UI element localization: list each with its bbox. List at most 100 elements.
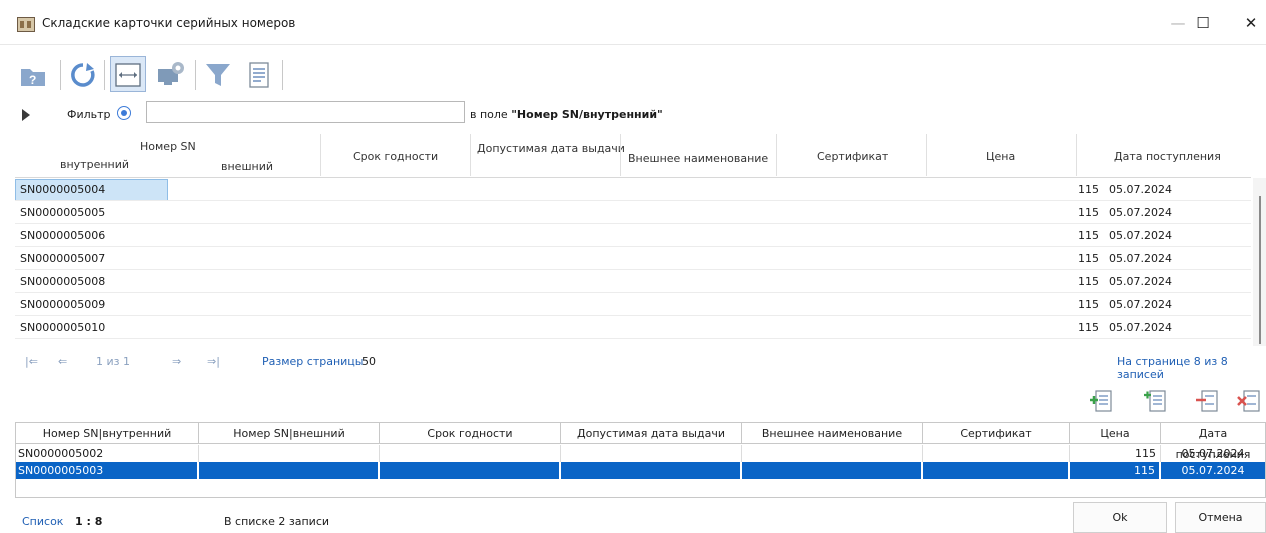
page-size-link[interactable]: Размер страницы: [262, 355, 363, 368]
cell-external: [199, 462, 380, 479]
column-header-date[interactable]: Дата поступления: [1161, 423, 1265, 461]
column-header-issue-date[interactable]: Допустимая дата выдачи: [561, 423, 742, 444]
list-mode-link[interactable]: Список: [22, 515, 63, 528]
column-header-external-name[interactable]: Внешнее наименование: [742, 423, 923, 444]
column-header-certificate[interactable]: Сертификат: [817, 150, 888, 163]
cell-certificate: [923, 462, 1070, 479]
column-header-internal[interactable]: внутренний: [60, 158, 129, 171]
cancel-button[interactable]: Отмена: [1175, 502, 1266, 533]
maximize-button[interactable]: ☐: [1180, 8, 1226, 38]
close-button[interactable]: ✕: [1228, 8, 1266, 38]
refresh-icon[interactable]: [68, 60, 98, 90]
cell-date: 05.07.2024: [1181, 447, 1245, 460]
cell-external: [199, 445, 380, 462]
add-row-icon[interactable]: [1088, 388, 1114, 414]
filter-radio[interactable]: [117, 106, 131, 120]
cell-price: 115: [1070, 462, 1161, 479]
list-count: В списке 2 записи: [224, 515, 330, 528]
display-settings-icon[interactable]: [156, 60, 186, 90]
column-divider: [776, 134, 777, 176]
pager-page-text: 1 из 1: [96, 355, 130, 368]
filter-label: Фильтр: [67, 108, 111, 121]
svg-text:?: ?: [29, 73, 36, 87]
column-header-external[interactable]: внешний: [221, 160, 273, 173]
table-row[interactable]: SN0000005010 115 05.07.2024: [15, 317, 1251, 339]
cell-price: 115: [1078, 229, 1099, 242]
table-row[interactable]: SN0000005009 115 05.07.2024: [15, 294, 1251, 316]
window-title: Складские карточки серийных номеров: [42, 16, 296, 30]
selected-items-grid: Номер SN|внутренний Номер SN|внешний Сро…: [15, 422, 1266, 498]
table-row[interactable]: SN0000005006 115 05.07.2024: [15, 225, 1251, 247]
cell-sn: SN0000005002: [16, 445, 199, 462]
delete-all-icon[interactable]: [1236, 388, 1262, 414]
table-row[interactable]: SN0000005008 115 05.07.2024: [15, 271, 1251, 293]
column-header-certificate[interactable]: Сертификат: [923, 423, 1070, 444]
pager-prev-button[interactable]: ⇐: [58, 355, 67, 368]
cell-issue-date: [561, 445, 742, 462]
cell-price: 115: [1078, 206, 1099, 219]
records-info: На странице 8 из 8 записей: [1117, 355, 1228, 381]
cell-sn: SN0000005009: [20, 298, 106, 311]
cell-sn: SN0000005003: [16, 462, 199, 479]
column-header-price[interactable]: Цена: [1070, 423, 1161, 444]
pager-last-button[interactable]: ⇒|: [207, 355, 220, 368]
filter-field-prefix: в поле: [470, 108, 512, 121]
column-header-expiry[interactable]: Срок годности: [380, 423, 561, 444]
cell-price: 115: [1078, 183, 1099, 196]
cell-date: 05.07.2024: [1109, 321, 1172, 334]
filter-expand-icon[interactable]: [22, 109, 30, 121]
toolbar-separator: [195, 60, 196, 90]
column-header-external[interactable]: Номер SN|внешний: [199, 423, 380, 444]
table-row[interactable]: SN0000005005 115 05.07.2024: [15, 202, 1251, 224]
table-row[interactable]: SN0000005007 115 05.07.2024: [15, 248, 1251, 270]
filter-field-caption: в поле "Номер SN/внутренний": [470, 108, 663, 121]
remove-row-icon[interactable]: [1194, 388, 1220, 414]
scrollbar-thumb[interactable]: [1259, 196, 1261, 344]
cell-date: 05.07.2024: [1109, 206, 1172, 219]
column-header-internal[interactable]: Номер SN|внутренний: [16, 423, 199, 444]
column-divider: [926, 134, 927, 176]
cell-expiry: [380, 445, 561, 462]
cell-sn: SN0000005006: [20, 229, 106, 242]
cell-date: 05.07.2024: [1181, 464, 1245, 477]
ok-button[interactable]: Ok: [1073, 502, 1167, 533]
column-header-price[interactable]: Цена: [986, 150, 1015, 163]
table-row-selected[interactable]: SN0000005003 115 05.07.2024: [16, 462, 1265, 479]
toolbar-separator: [60, 60, 61, 90]
cell-price: 115: [1078, 275, 1099, 288]
cell-date: 05.07.2024: [1109, 275, 1172, 288]
cell-date: 05.07.2024: [1109, 183, 1172, 196]
cell-price: 115: [1078, 298, 1099, 311]
cell-external-name: [742, 462, 923, 479]
list-ratio: 1 : 8: [75, 515, 103, 528]
help-icon[interactable]: ?: [18, 60, 48, 90]
filter-input[interactable]: [146, 101, 465, 123]
cell-external-name: [742, 445, 923, 462]
cell-date: 05.07.2024: [1109, 252, 1172, 265]
cell-date: 05.07.2024: [1109, 298, 1172, 311]
cell-sn: SN0000005010: [20, 321, 106, 334]
filter-icon[interactable]: [203, 60, 233, 90]
cell-date: 05.07.2024: [1109, 229, 1172, 242]
report-icon[interactable]: [243, 60, 273, 90]
column-header-expiry[interactable]: Срок годности: [353, 150, 438, 163]
cell-sn: SN0000005008: [20, 275, 106, 288]
cell-sn: SN0000005007: [20, 252, 106, 265]
cell-expiry: [380, 462, 561, 479]
insert-row-icon[interactable]: [1142, 388, 1168, 414]
column-group-sn: Номер SN: [140, 140, 196, 153]
cell-price: 115: [1078, 321, 1099, 334]
filter-field-name: "Номер SN/внутренний": [511, 108, 663, 121]
pager-next-button[interactable]: ⇒: [172, 355, 181, 368]
column-divider: [320, 134, 321, 176]
fit-columns-icon[interactable]: [113, 60, 143, 90]
table-row[interactable]: SN0000005004 115 05.07.2024: [15, 179, 1251, 201]
table-row[interactable]: SN0000005002 115 05.07.2024: [16, 445, 1265, 462]
cell-sn: SN0000005005: [20, 206, 106, 219]
column-divider: [470, 134, 471, 176]
pager-first-button[interactable]: |⇐: [25, 355, 38, 368]
app-icon: [17, 17, 35, 32]
column-header-external-name[interactable]: Внешнее наименование: [628, 152, 768, 165]
column-header-issue-date[interactable]: Допустимая дата выдачи: [477, 142, 625, 155]
column-header-date[interactable]: Дата поступления: [1114, 150, 1221, 163]
